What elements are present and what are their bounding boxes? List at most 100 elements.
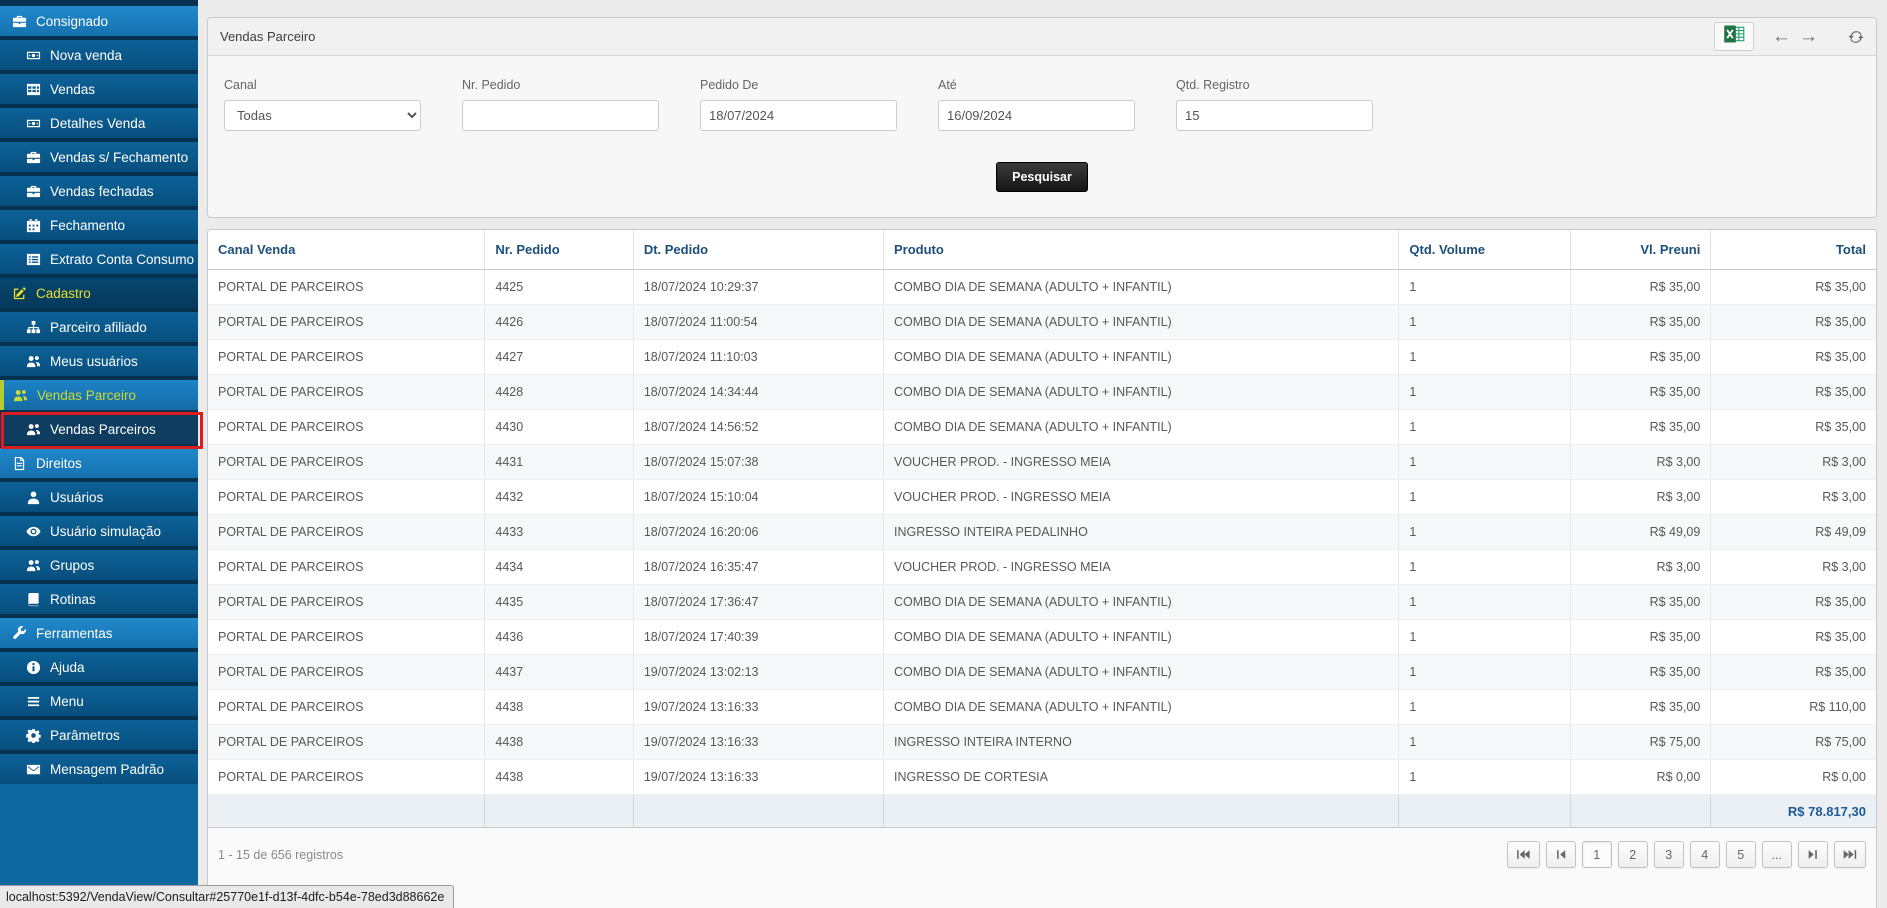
table-row[interactable]: PORTAL DE PARCEIROS442518/07/2024 10:29:… [208,270,1876,305]
table-row[interactable]: PORTAL DE PARCEIROS443618/07/2024 17:40:… [208,620,1876,655]
cell-vl-preuni: R$ 35,00 [1571,305,1711,340]
sidebar-item-vendas-fechadas[interactable]: Vendas fechadas [0,176,198,206]
column-header-total[interactable]: Total [1711,230,1876,270]
excel-export-icon [1723,24,1745,49]
page-prev-button[interactable] [1546,841,1576,868]
table-row[interactable]: PORTAL DE PARCEIROS443819/07/2024 13:16:… [208,690,1876,725]
table-row[interactable]: PORTAL DE PARCEIROS443719/07/2024 13:02:… [208,655,1876,690]
nr-pedido-input[interactable] [462,100,659,131]
sidebar-item-label: Grupos [50,558,94,573]
page-4-button[interactable]: 4 [1690,841,1720,868]
column-header-nr-pedido[interactable]: Nr. Pedido [485,230,633,270]
sidebar-item-label: Menu [50,694,84,709]
pedido-de-input[interactable] [700,100,897,131]
cell-produto: COMBO DIA DE SEMANA (ADULTO + INFANTIL) [884,620,1399,655]
sidebar-item-cadastro[interactable]: Cadastro [0,278,198,308]
field-ate: Até [938,78,1135,131]
table-row[interactable]: PORTAL DE PARCEIROS443819/07/2024 13:16:… [208,760,1876,795]
page-next-button[interactable] [1798,841,1828,868]
table-row[interactable]: PORTAL DE PARCEIROS442818/07/2024 14:34:… [208,375,1876,410]
page-5-button[interactable]: 5 [1726,841,1756,868]
qtd-registro-input[interactable] [1176,100,1373,131]
envelope-icon [26,762,41,777]
page-last-button[interactable] [1834,841,1866,868]
column-header-qtd-volume[interactable]: Qtd. Volume [1399,230,1571,270]
page-first-button[interactable] [1507,841,1539,868]
search-button[interactable]: Pesquisar [996,162,1088,192]
page-ellipsis-button[interactable]: ... [1762,841,1792,868]
table-row[interactable]: PORTAL DE PARCEIROS443819/07/2024 13:16:… [208,725,1876,760]
sidebar-item-extrato-conta-consumo[interactable]: Extrato Conta Consumo [0,244,198,274]
page-1-button[interactable]: 1 [1582,841,1612,868]
sidebar-item-label: Extrato Conta Consumo [50,252,194,267]
page-button-label: 2 [1629,848,1636,862]
refresh-icon[interactable] [1848,29,1864,45]
table-row[interactable]: PORTAL DE PARCEIROS443518/07/2024 17:36:… [208,585,1876,620]
back-arrow-icon[interactable]: ← [1772,27,1791,46]
cell-qtd-volume: 1 [1399,305,1571,340]
cell-dt-pedido: 18/07/2024 15:10:04 [633,480,883,515]
sidebar-item-rotinas[interactable]: Rotinas [0,584,198,614]
briefcase-icon [26,150,41,165]
briefcase-icon [26,184,41,199]
column-header-dt-pedido[interactable]: Dt. Pedido [633,230,883,270]
cell-total: R$ 35,00 [1711,270,1876,305]
column-header-produto[interactable]: Produto [884,230,1399,270]
cell-vl-preuni: R$ 35,00 [1571,655,1711,690]
cell-qtd-volume: 1 [1399,655,1571,690]
sidebar-item-detalhes-venda[interactable]: Detalhes Venda [0,108,198,138]
sidebar-item-usuarios[interactable]: Usuários [0,482,198,512]
forward-arrow-icon[interactable]: → [1799,27,1818,46]
sidebar-item-menu[interactable]: Menu [0,686,198,716]
sidebar-item-vendas-s-fechamento[interactable]: Vendas s/ Fechamento [0,142,198,172]
sidebar-item-label: Vendas s/ Fechamento [50,150,188,165]
table-row[interactable]: PORTAL DE PARCEIROS443418/07/2024 16:35:… [208,550,1876,585]
sidebar-item-direitos[interactable]: Direitos [0,448,198,478]
calendar-icon [26,218,41,233]
table-row[interactable]: PORTAL DE PARCEIROS443318/07/2024 16:20:… [208,515,1876,550]
panel-toolbar: ← → [1714,22,1864,51]
cell-nr-pedido: 4435 [485,585,633,620]
table-row[interactable]: PORTAL DE PARCEIROS442718/07/2024 11:10:… [208,340,1876,375]
column-header-vl-preuni[interactable]: Vl. Preuni [1571,230,1711,270]
grand-total-value: R$ 78.817,30 [1711,795,1876,828]
cell-produto: VOUCHER PROD. - INGRESSO MEIA [884,550,1399,585]
sidebar-item-fechamento[interactable]: Fechamento [0,210,198,240]
sidebar-item-meus-usuarios[interactable]: Meus usuários [0,346,198,376]
sidebar-item-parametros[interactable]: Parâmetros [0,720,198,750]
excel-export-button[interactable] [1714,22,1754,51]
sidebar-item-grupos[interactable]: Grupos [0,550,198,580]
sidebar-item-vendas[interactable]: Vendas [0,74,198,104]
table-body: PORTAL DE PARCEIROS442518/07/2024 10:29:… [208,270,1876,795]
cell-canal-venda: PORTAL DE PARCEIROS [208,655,485,690]
sidebar-item-label: Usuários [50,490,103,505]
sidebar-item-vendas-parceiros[interactable]: Vendas Parceiros [0,414,198,444]
cell-total: R$ 35,00 [1711,410,1876,445]
column-header-canal-venda[interactable]: Canal Venda [208,230,485,270]
cell-canal-venda: PORTAL DE PARCEIROS [208,585,485,620]
sidebar-item-vendas-parceiro[interactable]: Vendas Parceiro [0,380,198,410]
cell-total: R$ 49,09 [1711,515,1876,550]
sidebar-item-ajuda[interactable]: Ajuda [0,652,198,682]
page-3-button[interactable]: 3 [1654,841,1684,868]
sidebar-item-usuario-simulacao[interactable]: Usuário simulação [0,516,198,546]
footer-empty-cell [485,795,633,828]
sidebar-item-label: Detalhes Venda [50,116,145,131]
sidebar-item-consignado[interactable]: Consignado [0,6,198,36]
sidebar-item-nova-venda[interactable]: Nova venda [0,40,198,70]
sidebar-item-ferramentas[interactable]: Ferramentas [0,618,198,648]
page-last-icon [1843,849,1857,860]
banknote-icon [26,116,41,131]
book-icon [26,592,41,607]
cell-qtd-volume: 1 [1399,760,1571,795]
page-2-button[interactable]: 2 [1618,841,1648,868]
table-row[interactable]: PORTAL DE PARCEIROS443018/07/2024 14:56:… [208,410,1876,445]
sidebar-item-parceiro-afiliado[interactable]: Parceiro afiliado [0,312,198,342]
ate-input[interactable] [938,100,1135,131]
cell-total: R$ 35,00 [1711,620,1876,655]
table-row[interactable]: PORTAL DE PARCEIROS442618/07/2024 11:00:… [208,305,1876,340]
table-row[interactable]: PORTAL DE PARCEIROS443218/07/2024 15:10:… [208,480,1876,515]
canal-input[interactable]: Todas [224,100,421,131]
sidebar-item-mensagem-padrao[interactable]: Mensagem Padrão [0,754,198,784]
table-row[interactable]: PORTAL DE PARCEIROS443118/07/2024 15:07:… [208,445,1876,480]
